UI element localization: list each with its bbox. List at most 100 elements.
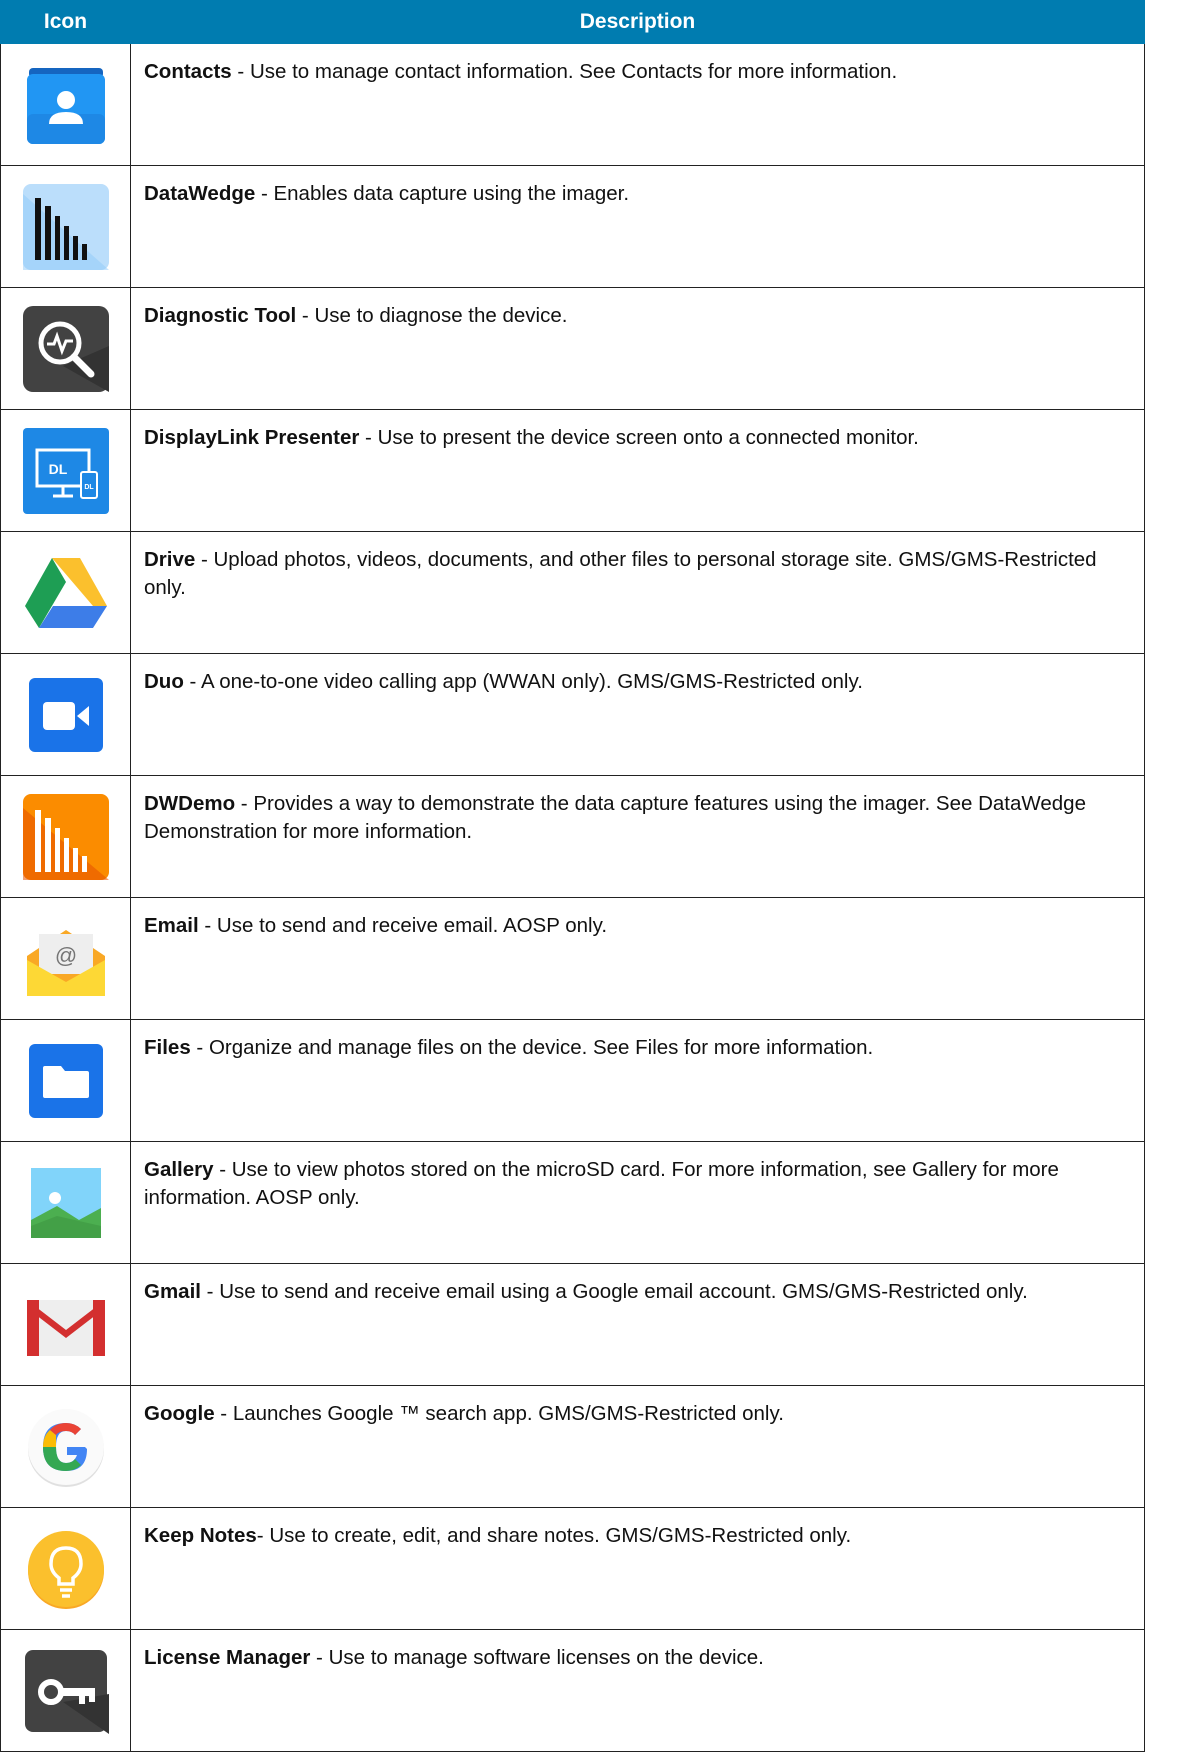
separator: - [231,60,250,83]
app-description: Launches Google ™ search app. GMS/GMS-Re… [232,1402,784,1425]
files-icon [23,1038,109,1124]
table-row: Contacts - Use to manage contact informa… [0,43,1145,166]
table-row: License Manager - Use to manage software… [0,1629,1145,1752]
table-row: DWDemo - Provides a way to demonstrate t… [0,775,1145,898]
separator: - [198,914,217,937]
description-cell: DWDemo - Provides a way to demonstrate t… [130,775,1145,898]
drive-icon [23,550,109,636]
gallery-icon [23,1160,109,1246]
description-cell: DataWedge - Enables data capture using t… [130,165,1145,288]
app-description: Provides a way to demonstrate the data c… [144,792,1086,843]
description-cell: Gallery - Use to view photos stored on t… [130,1141,1145,1264]
separator: - [235,792,254,815]
description-cell: Email - Use to send and receive email. A… [130,897,1145,1020]
keep-notes-icon [23,1526,109,1612]
dwdemo-icon [22,793,109,880]
icon-cell: DL DL [0,409,131,532]
table-row: @ Email - Use to send and receive email.… [0,897,1145,1020]
gmail-icon [23,1282,109,1368]
description-cell: Keep Notes- Use to create, edit, and sha… [130,1507,1145,1630]
description-cell: Diagnostic Tool - Use to diagnose the de… [130,287,1145,410]
table-row: Keep Notes- Use to create, edit, and sha… [0,1507,1145,1630]
separator: - [213,1158,232,1181]
app-name: Drive [144,548,196,571]
app-name: DisplayLink Presenter [144,426,360,449]
app-description: Use to manage software licenses on the d… [328,1646,764,1669]
duo-icon [23,672,109,758]
description-cell: Duo - A one-to-one video calling app (WW… [130,653,1145,776]
app-name: Email [144,914,199,937]
app-description: Enables data capture using the imager. [273,182,630,205]
app-name: Gmail [144,1280,201,1303]
description-cell: DisplayLink Presenter - Use to present t… [130,409,1145,532]
table-row: DataWedge - Enables data capture using t… [0,165,1145,288]
displaylink-text: DL [48,461,67,477]
icon-cell [0,43,131,166]
icon-cell: @ [0,897,131,1020]
app-name: DataWedge [144,182,256,205]
table-row: Gallery - Use to view photos stored on t… [0,1141,1145,1264]
app-name: Google [144,1402,215,1425]
icon-cell [0,653,131,776]
table-header-row: Icon Description [0,0,1145,44]
app-description: A one-to-one video calling app (WWAN onl… [200,670,863,693]
separator: - [200,1280,220,1303]
icon-cell [0,1019,131,1142]
table-row: Drive - Upload photos, videos, documents… [0,531,1145,654]
table-row: Gmail - Use to send and receive email us… [0,1263,1145,1386]
separator: - [183,670,201,693]
table-row: Diagnostic Tool - Use to diagnose the de… [0,287,1145,410]
separator: - [214,1402,233,1425]
table-row: DL DL DisplayLink Presenter - Use to pre… [0,409,1145,532]
app-name: Files [144,1036,191,1059]
separator: - [359,426,378,449]
app-icon-table: Icon Description Contacts - Use to manag… [0,0,1145,1752]
table-row: Google - Launches Google ™ search app. G… [0,1385,1145,1508]
app-name: Contacts [144,60,232,83]
diagnostic-tool-icon [22,305,109,392]
app-description: Use to send and receive email using a Go… [219,1280,1028,1303]
separator: - [296,304,315,327]
datawedge-icon [22,183,109,270]
description-cell: Files - Organize and manage files on the… [130,1019,1145,1142]
table-row: Duo - A one-to-one video calling app (WW… [0,653,1145,776]
icon-cell [0,1385,131,1508]
description-cell: Gmail - Use to send and receive email us… [130,1263,1145,1386]
email-at-glyph: @ [54,943,76,968]
app-name: Diagnostic Tool [144,304,297,327]
app-description: Organize and manage files on the device.… [208,1036,874,1059]
separator: - [190,1036,209,1059]
app-name: License Manager [144,1646,311,1669]
description-cell: License Manager - Use to manage software… [130,1629,1145,1752]
icon-cell [0,775,131,898]
icon-cell [0,1141,131,1264]
icon-cell [0,1629,131,1752]
description-cell: Google - Launches Google ™ search app. G… [130,1385,1145,1508]
contacts-icon [23,62,109,148]
email-icon: @ [23,916,109,1002]
app-description: Use to present the device screen onto a … [377,426,919,449]
app-description: Use to view photos stored on the microSD… [144,1158,1059,1209]
separator: - [310,1646,329,1669]
icon-cell [0,1263,131,1386]
app-name: Keep Notes [144,1524,257,1547]
separator: - [195,548,214,571]
icon-cell [0,287,131,410]
app-description: Use to create, edit, and share notes. GM… [269,1524,852,1547]
app-name: DWDemo [144,792,236,815]
separator: - [256,1524,270,1547]
header-icon: Icon [0,0,131,44]
license-manager-icon [23,1648,109,1734]
icon-cell [0,165,131,288]
icon-cell [0,531,131,654]
header-description: Description [130,0,1145,44]
app-description: Upload photos, videos, documents, and ot… [144,548,1097,599]
google-icon [23,1404,109,1490]
app-name: Gallery [144,1158,214,1181]
app-description: Use to manage contact information. See C… [249,60,898,83]
icon-cell [0,1507,131,1630]
app-name: Duo [144,670,184,693]
app-description: Use to diagnose the device. [314,304,568,327]
table-row: Files - Organize and manage files on the… [0,1019,1145,1142]
separator: - [255,182,274,205]
